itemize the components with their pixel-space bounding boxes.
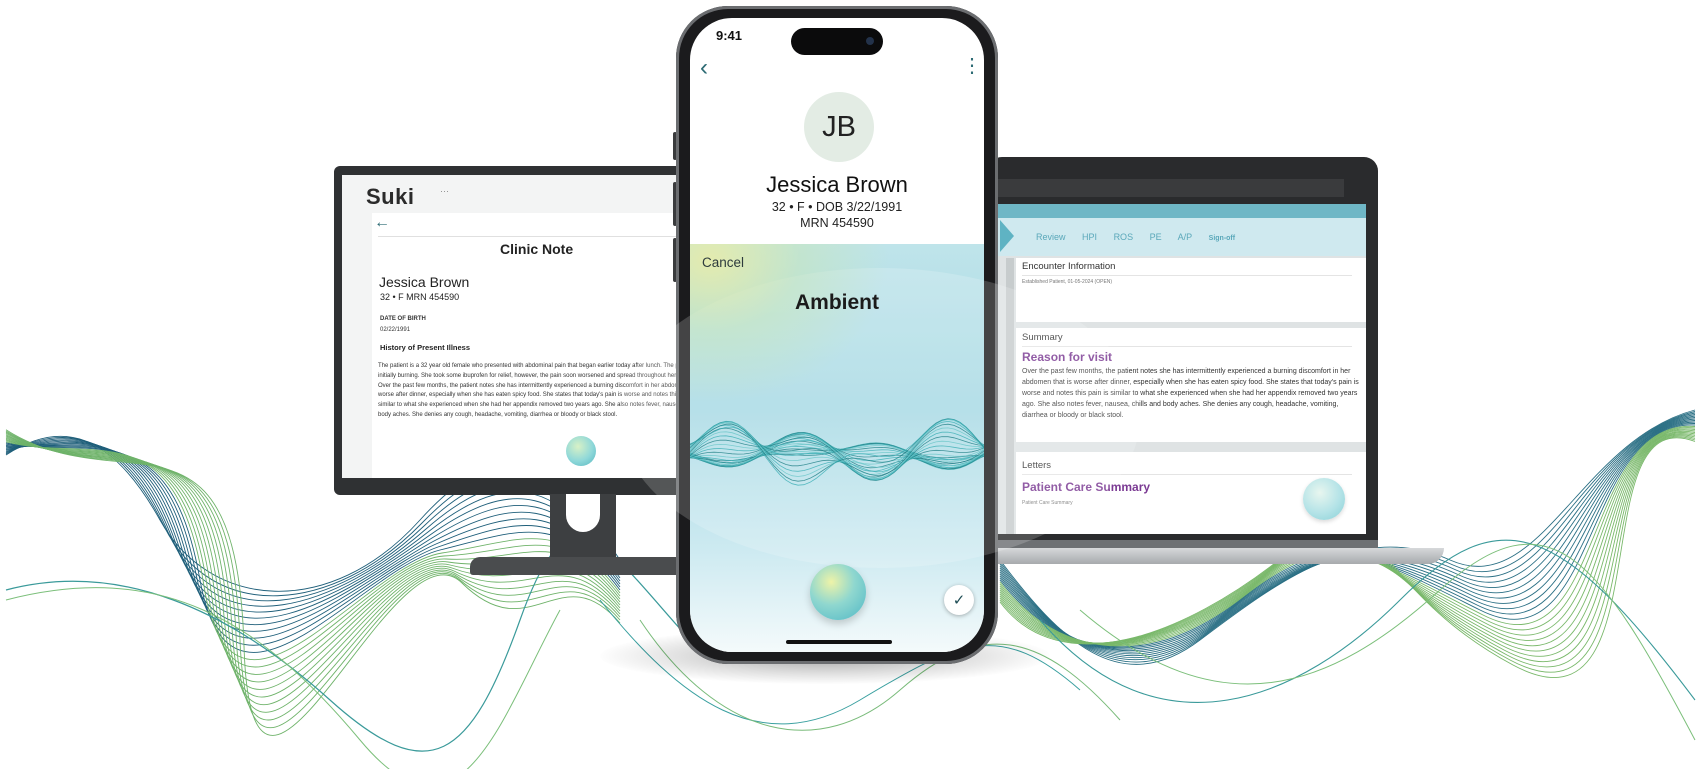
encounter-card: Encounter Information Established Patien… bbox=[1016, 258, 1366, 322]
patient-mrn: MRN 454590 bbox=[800, 216, 874, 230]
note-patient-meta: 32 • F MRN 454590 bbox=[380, 292, 460, 302]
patient-meta: 32 • F • DOB 3/22/1991 bbox=[771, 200, 903, 214]
step-pe[interactable]: PE bbox=[1150, 232, 1162, 242]
encounter-title: Encounter Information bbox=[1022, 261, 1116, 272]
note-patient-name: Jessica Brown bbox=[379, 274, 470, 290]
suki-logo: Suki bbox=[366, 184, 415, 209]
menu-dots-icon[interactable]: ··· bbox=[440, 186, 449, 196]
dob-value: 02/22/1991 bbox=[380, 327, 411, 333]
ambient-orb-icon[interactable] bbox=[1303, 478, 1345, 520]
back-arrow-icon[interactable]: ← bbox=[374, 214, 390, 232]
dob-label: DATE OF BIRTH bbox=[380, 316, 426, 322]
encounter-subtitle: Established Patient, 01-05-2024 (OPEN) bbox=[1022, 279, 1113, 285]
check-icon[interactable]: ✓ bbox=[944, 585, 974, 615]
status-time: 9:41 bbox=[716, 28, 743, 43]
clinic-note-title: Clinic Note bbox=[500, 241, 574, 257]
audio-waveform bbox=[690, 418, 984, 486]
laptop-app-topbar bbox=[992, 204, 1366, 218]
monitor-stand-cutout bbox=[566, 494, 600, 532]
camera-icon bbox=[866, 37, 874, 45]
step-hpi[interactable]: HPI bbox=[1082, 232, 1097, 242]
workflow-steps: Review HPI ROS PE A/P Sign-off bbox=[1036, 232, 1249, 242]
avatar: JB bbox=[804, 92, 874, 162]
step-review[interactable]: Review bbox=[1036, 232, 1066, 242]
divider bbox=[378, 236, 714, 237]
step-sign-off[interactable]: Sign-off bbox=[1209, 235, 1235, 242]
ambient-mode-title: Ambient bbox=[795, 291, 879, 314]
back-chevron-icon[interactable]: ‹ bbox=[700, 56, 708, 80]
more-options-icon[interactable]: ⋮ bbox=[962, 56, 982, 76]
step-ap[interactable]: A/P bbox=[1178, 232, 1193, 242]
chevron-right-icon bbox=[1000, 220, 1014, 252]
wave-line bbox=[1079, 543, 1696, 741]
laptop-base bbox=[980, 548, 1444, 564]
step-ros[interactable]: ROS bbox=[1114, 232, 1134, 242]
monitor-base bbox=[470, 557, 700, 575]
home-indicator bbox=[786, 640, 892, 644]
patient-name: Jessica Brown bbox=[766, 172, 908, 197]
hpi-section-title: History of Present Illness bbox=[380, 343, 471, 352]
laptop-browser-bar bbox=[992, 179, 1344, 197]
ambient-orb-icon[interactable] bbox=[566, 436, 596, 466]
divider bbox=[1022, 275, 1352, 276]
cancel-button[interactable]: Cancel bbox=[702, 255, 744, 270]
ambient-record-orb-button[interactable] bbox=[810, 564, 866, 620]
